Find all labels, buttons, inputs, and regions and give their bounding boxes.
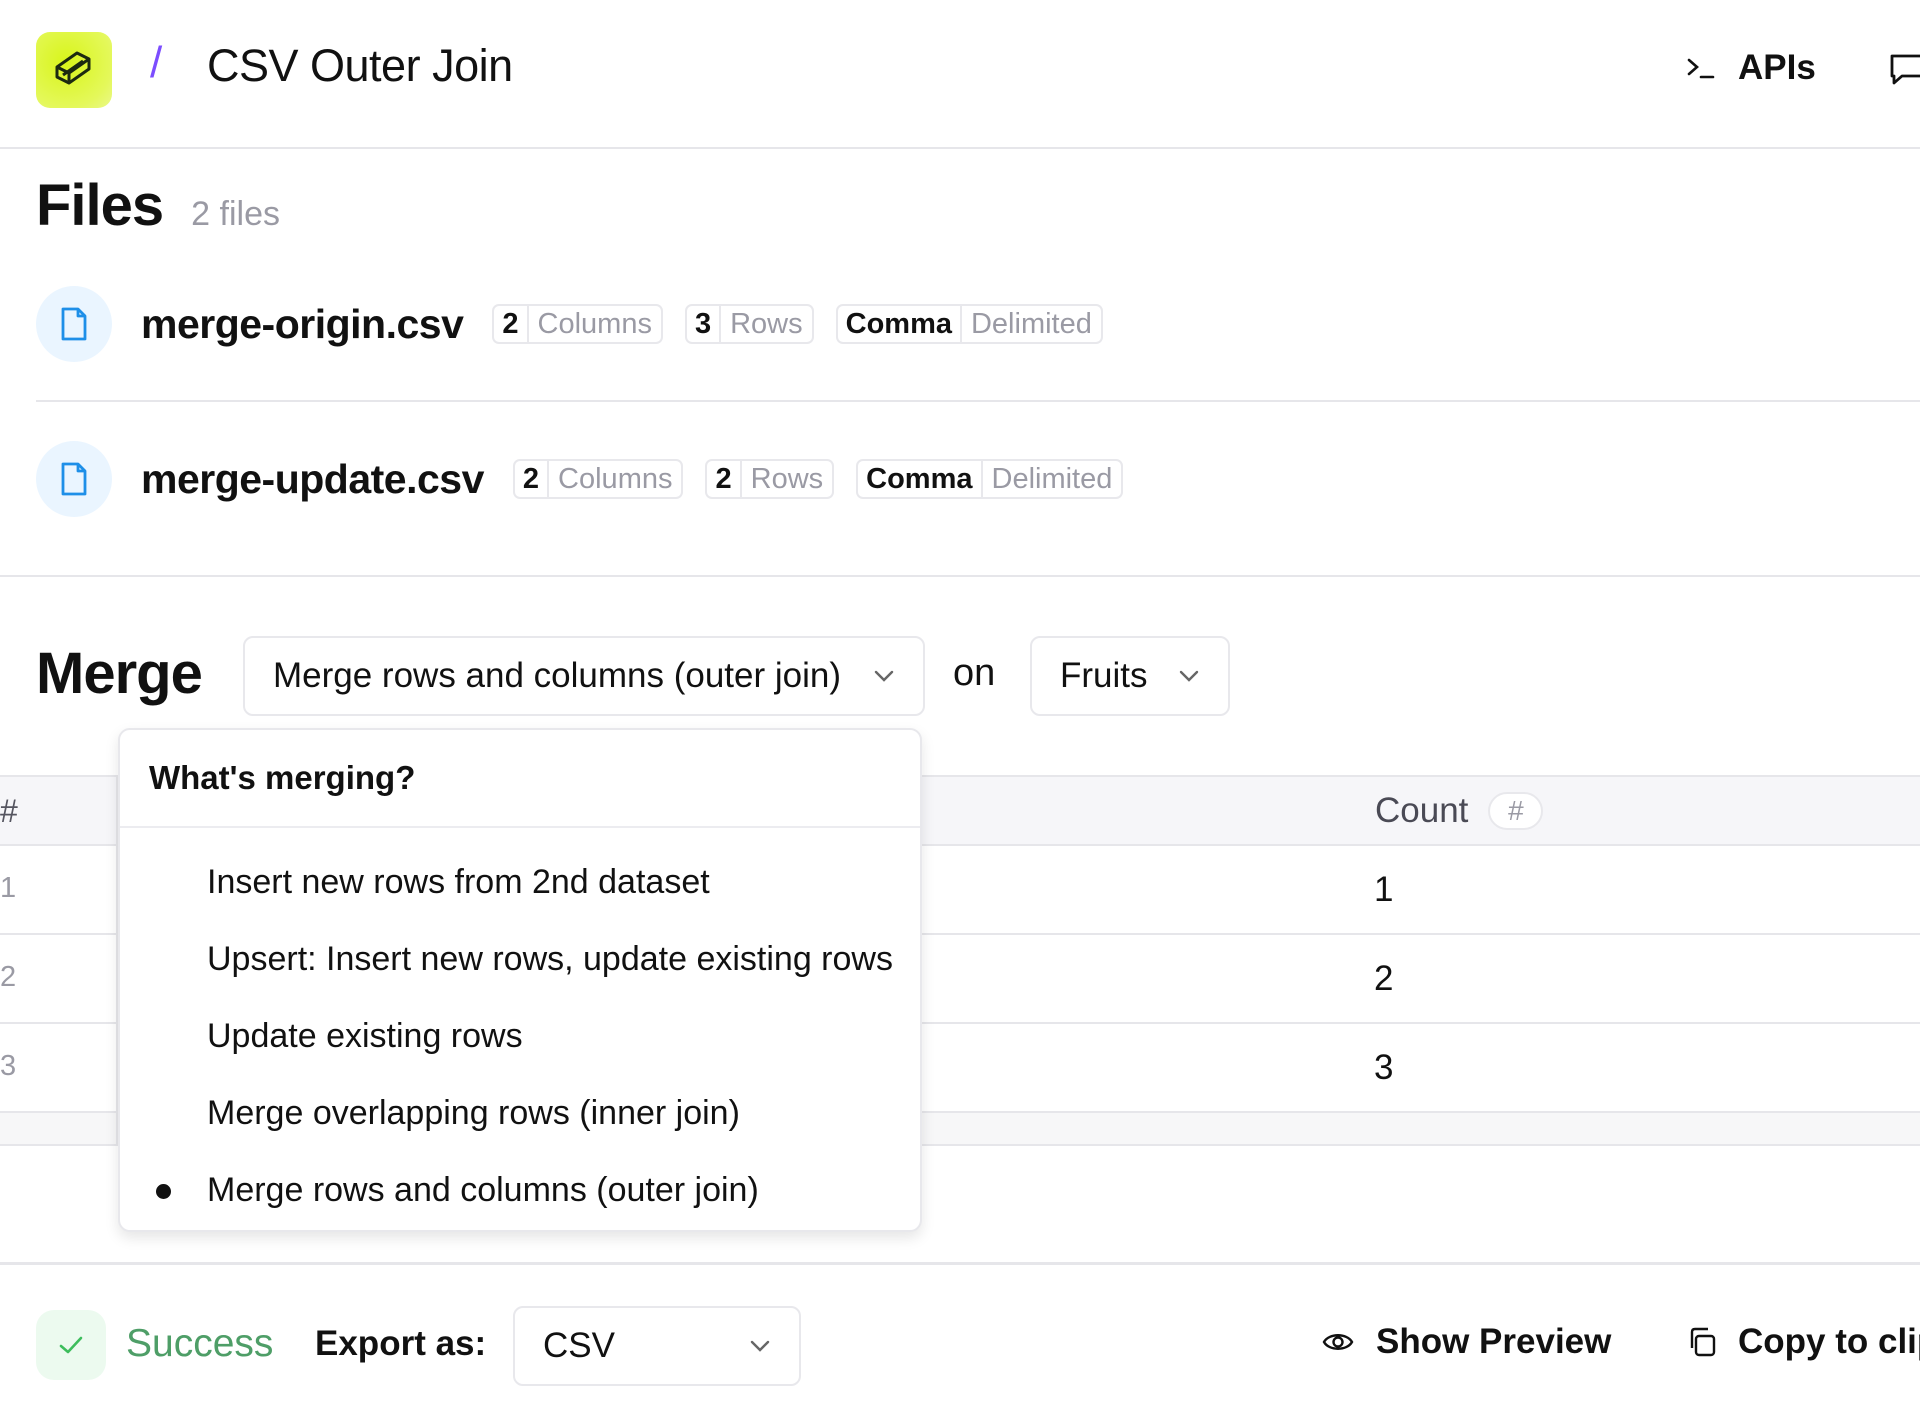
cell-count: 1 xyxy=(1374,870,1394,909)
rows-count: 2 xyxy=(707,461,742,497)
files-count: 2 files xyxy=(191,195,280,233)
apis-button[interactable]: APIs xyxy=(1686,44,1816,92)
rows-chip: 3 Rows xyxy=(684,304,814,344)
stacked-box-logo-icon xyxy=(55,51,91,85)
delimiter-label: Delimited xyxy=(991,462,1113,495)
menu-heading: What's merging? xyxy=(120,730,920,828)
column-header-count[interactable]: Count # xyxy=(1375,791,1544,831)
delimiter-chip: Comma Delimited xyxy=(835,304,1103,344)
row-number: 3 xyxy=(0,1050,17,1082)
menu-item-label: Insert new rows from 2nd dataset xyxy=(207,863,710,901)
menu-item-label: Update existing rows xyxy=(207,1017,523,1055)
terminal-prompt-icon xyxy=(1687,58,1715,79)
rows-chip: 2 Rows xyxy=(705,459,835,499)
row-number: 2 xyxy=(0,961,17,993)
export-format-value: CSV xyxy=(543,1326,615,1365)
section-divider xyxy=(0,575,1920,577)
success-badge xyxy=(36,1310,106,1380)
file-name: merge-update.csv xyxy=(141,455,484,502)
show-preview-label: Show Preview xyxy=(1376,1322,1612,1361)
footer-divider xyxy=(0,1262,1920,1265)
merge-key-value: Fruits xyxy=(1060,656,1148,695)
page-title: CSV Outer Join xyxy=(207,40,513,91)
merge-mode-select[interactable]: Merge rows and columns (outer join) xyxy=(243,636,925,716)
menu-item-label: Merge rows and columns (outer join) xyxy=(207,1171,759,1209)
status-text: Success xyxy=(126,1322,274,1365)
apis-label: APIs xyxy=(1738,48,1816,87)
menu-item-upsert[interactable]: Upsert: Insert new rows, update existing… xyxy=(120,921,920,998)
cell-count: 3 xyxy=(1374,1048,1394,1087)
delimiter-value: Comma xyxy=(858,461,983,497)
menu-item-update-existing[interactable]: Update existing rows xyxy=(120,998,920,1075)
file-icon xyxy=(61,462,87,496)
file-item[interactable]: merge-origin.csv 2 Columns 3 Rows Comma … xyxy=(36,285,1103,363)
merge-mode-menu: What's merging? Insert new rows from 2nd… xyxy=(118,728,922,1232)
row-number-header: # xyxy=(0,793,18,829)
export-format-select[interactable]: CSV xyxy=(513,1306,801,1386)
columns-chip: 2 Columns xyxy=(512,459,684,499)
merge-mode-value: Merge rows and columns (outer join) xyxy=(273,656,842,695)
checkmark-icon xyxy=(59,1336,83,1354)
copy-icon xyxy=(1690,1327,1716,1357)
comment-button[interactable] xyxy=(1888,50,1920,90)
files-title: Files xyxy=(36,173,164,238)
copy-label: Copy to clipboard xyxy=(1738,1322,1920,1361)
copy-to-clipboard-button[interactable]: Copy to clipboard xyxy=(1686,1322,1920,1362)
delimiter-chip: Comma Delimited xyxy=(856,459,1124,499)
files-section-header: Files 2 files xyxy=(36,172,280,239)
number-type-icon: # xyxy=(1488,792,1544,830)
rows-count: 3 xyxy=(687,306,722,342)
columns-count: 2 xyxy=(515,461,550,497)
file-icon-badge xyxy=(36,286,112,362)
delimiter-value: Comma xyxy=(838,306,962,342)
menu-item-label: Upsert: Insert new rows, update existing… xyxy=(207,940,893,978)
row-number: 1 xyxy=(0,872,17,904)
merge-title: Merge xyxy=(36,641,203,706)
file-item[interactable]: merge-update.csv 2 Columns 2 Rows Comma … xyxy=(36,440,1124,518)
rows-label: Rows xyxy=(730,307,803,340)
on-label: on xyxy=(953,652,996,694)
export-label: Export as: xyxy=(315,1324,487,1363)
menu-item-inner-join[interactable]: Merge overlapping rows (inner join) xyxy=(120,1075,920,1152)
selected-dot-icon xyxy=(156,1184,171,1199)
breadcrumb-separator: / xyxy=(150,38,163,87)
app-header: / CSV Outer Join APIs xyxy=(0,0,1920,149)
app-logo[interactable] xyxy=(36,32,112,108)
rows-label: Rows xyxy=(750,462,824,495)
delimiter-label: Delimited xyxy=(970,307,1092,340)
column-header-label: Count xyxy=(1375,791,1469,830)
file-name: merge-origin.csv xyxy=(141,300,464,347)
menu-item-label: Merge overlapping rows (inner join) xyxy=(207,1094,740,1132)
file-icon-badge xyxy=(36,441,112,517)
chevron-down-icon xyxy=(731,1339,771,1353)
comment-icon xyxy=(1890,54,1920,85)
chevron-down-icon xyxy=(1160,669,1200,683)
file-icon xyxy=(61,307,87,341)
chevron-down-icon xyxy=(855,669,895,683)
columns-chip: 2 Columns xyxy=(492,304,663,344)
columns-label: Columns xyxy=(558,462,673,495)
eye-icon xyxy=(1322,1334,1354,1350)
cell-count: 2 xyxy=(1374,959,1394,998)
merge-key-select[interactable]: Fruits xyxy=(1030,636,1230,716)
divider xyxy=(36,400,1920,402)
menu-item-outer-join[interactable]: Merge rows and columns (outer join) xyxy=(120,1152,920,1229)
columns-count: 2 xyxy=(494,306,529,342)
columns-label: Columns xyxy=(537,307,652,340)
show-preview-button[interactable]: Show Preview xyxy=(1322,1322,1611,1362)
menu-item-insert-new-rows[interactable]: Insert new rows from 2nd dataset xyxy=(120,844,920,921)
